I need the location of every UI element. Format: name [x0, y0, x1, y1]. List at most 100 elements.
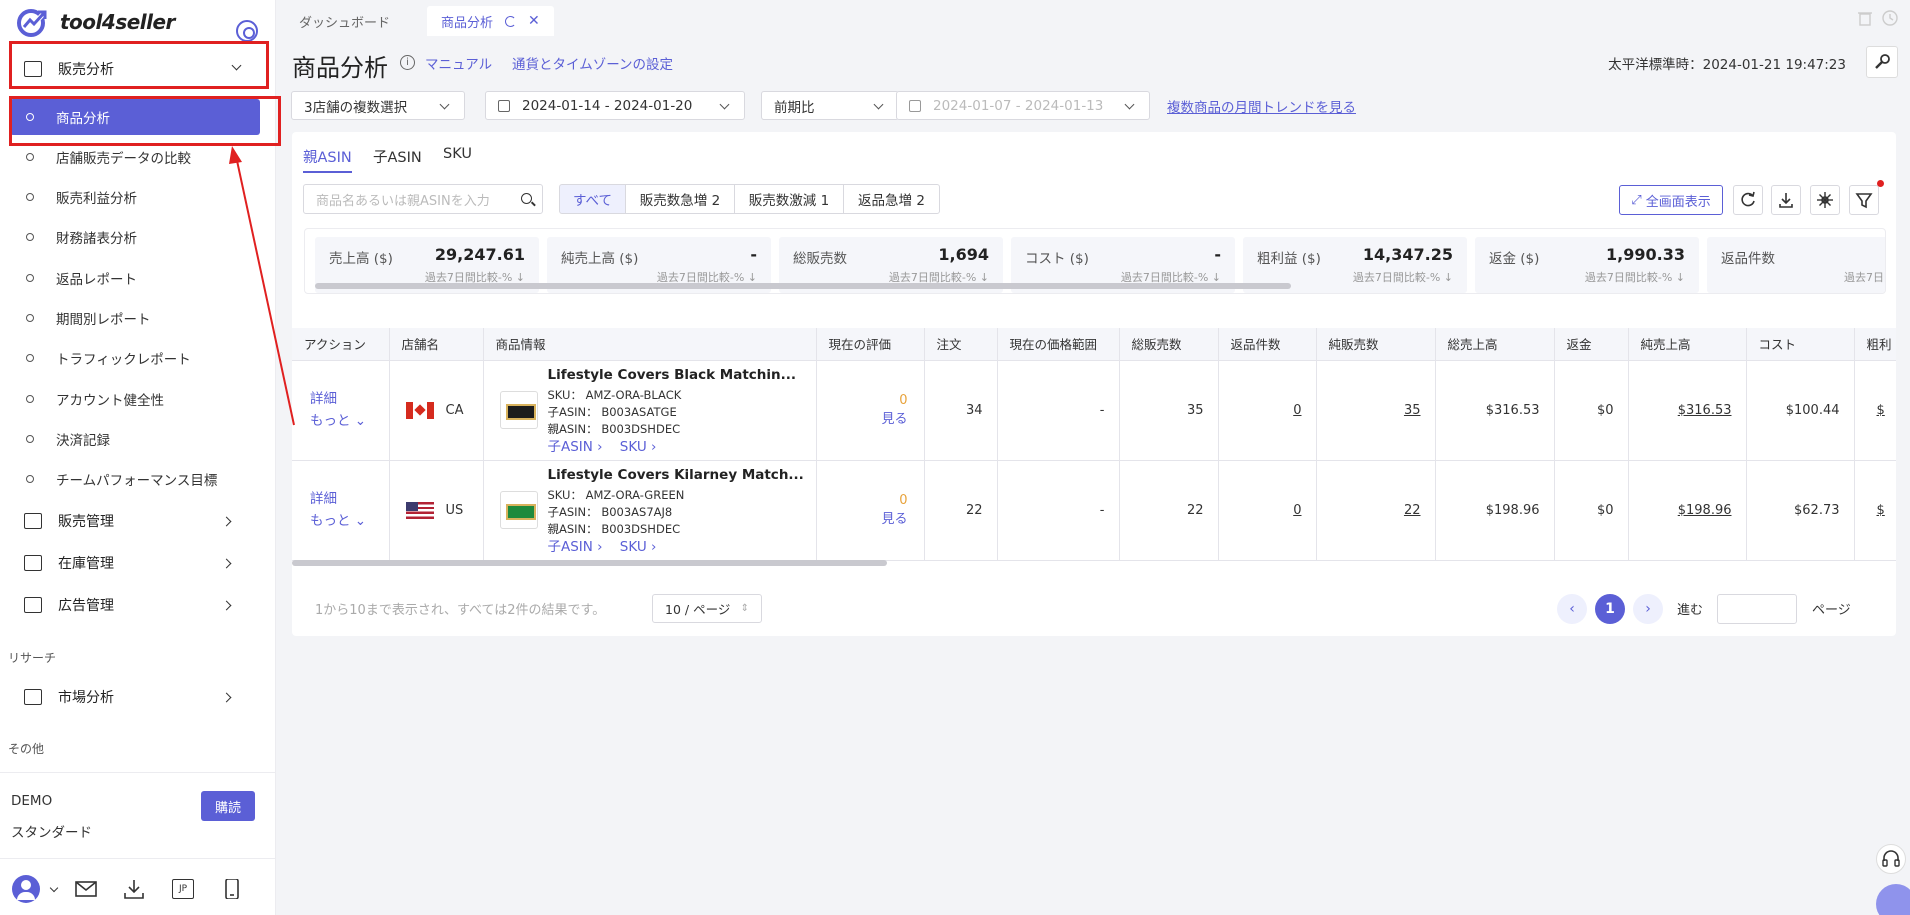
filter-all[interactable]: すべて: [559, 184, 626, 214]
gross-profit-link[interactable]: $: [1877, 503, 1885, 518]
view-rating-link[interactable]: 見る: [817, 508, 907, 527]
filter-sales-surge[interactable]: 販売数急増 2: [625, 184, 735, 214]
chat-icon[interactable]: [1876, 884, 1910, 915]
date-range-value: 2024-01-14 - 2024-01-20: [522, 97, 693, 114]
col-orders[interactable]: 注文: [924, 328, 998, 361]
menu-sales-management[interactable]: 販売管理: [10, 502, 260, 540]
headset-icon[interactable]: [1876, 844, 1906, 874]
clock-icon[interactable]: [1882, 10, 1898, 26]
compare-select[interactable]: 前期比: [761, 91, 899, 120]
fullscreen-button[interactable]: ⤢ 全画面表示: [1619, 185, 1723, 215]
menu-market[interactable]: 市場分析: [10, 678, 260, 716]
info-icon[interactable]: i: [400, 55, 415, 70]
rating-value: 0: [899, 493, 908, 508]
tab-product-analysis[interactable]: 商品分析 ✕: [427, 6, 554, 36]
refresh-icon[interactable]: [1733, 185, 1763, 215]
sku-link[interactable]: SKU ›: [620, 539, 657, 555]
subtab-sku[interactable]: SKU: [443, 146, 472, 162]
net-units-link[interactable]: 35: [1404, 403, 1421, 418]
col-returns[interactable]: 返品件数: [1218, 328, 1317, 361]
metric-value: 14,347.25: [1362, 245, 1453, 264]
date-range-picker[interactable]: 2024-01-14 - 2024-01-20: [485, 91, 745, 120]
avatar[interactable]: [12, 875, 40, 903]
menu-label: 市場分析: [58, 690, 114, 706]
page-size-select[interactable]: 10 / ページ ⇕: [652, 594, 762, 623]
col-rating[interactable]: 現在の評価: [816, 328, 925, 361]
plan-type: スタンダード: [11, 825, 92, 841]
subtab-parent-asin[interactable]: 親ASIN: [303, 146, 352, 173]
product-thumbnail[interactable]: [499, 490, 538, 529]
refresh-icon[interactable]: [505, 15, 517, 27]
sku-link[interactable]: SKU ›: [620, 439, 657, 455]
product-name[interactable]: Lifestyle Covers Kilarney Match...: [548, 467, 804, 483]
col-refund[interactable]: 返金: [1554, 328, 1629, 361]
child-asin-link[interactable]: 子ASIN ›: [548, 439, 603, 455]
tab-bar: ダッシュボード 商品分析 ✕: [277, 0, 1910, 38]
close-icon[interactable]: ✕: [528, 13, 540, 29]
metrics-scrollbar[interactable]: [315, 283, 1291, 289]
phone-icon[interactable]: [221, 879, 243, 899]
net-units-link[interactable]: 22: [1404, 503, 1421, 518]
chevron-down-icon: [439, 99, 450, 110]
filter-sales-drop[interactable]: 販売数激減 1: [734, 184, 844, 214]
returns-link[interactable]: 0: [1293, 503, 1301, 518]
table-scrollbar[interactable]: [292, 560, 887, 566]
settings-icon[interactable]: [1810, 185, 1840, 215]
download-icon[interactable]: [1771, 185, 1801, 215]
more-dropdown[interactable]: もっと ⌄: [292, 510, 388, 532]
product-thumbnail[interactable]: [499, 390, 538, 429]
page-button-1[interactable]: 1: [1595, 594, 1625, 624]
returns-link[interactable]: 0: [1293, 403, 1301, 418]
wrench-icon[interactable]: [1866, 46, 1898, 78]
subtab-child-asin[interactable]: 子ASIN: [373, 146, 422, 167]
col-net-units[interactable]: 純販売数: [1316, 328, 1436, 361]
view-rating-link[interactable]: 見る: [817, 408, 907, 427]
prev-page-button[interactable]: ‹: [1557, 594, 1587, 624]
metric-sub: 過去7日間比較-% ↓: [1584, 271, 1685, 284]
subscribe-button[interactable]: 購読: [201, 791, 255, 821]
trash-icon[interactable]: [1858, 10, 1872, 26]
next-page-button[interactable]: ›: [1633, 594, 1663, 624]
section-other: その他: [8, 742, 45, 756]
goto-page-input[interactable]: [1717, 594, 1797, 624]
gross-profit-link[interactable]: $: [1877, 403, 1885, 418]
menu-ads[interactable]: 広告管理: [10, 586, 260, 624]
download-icon[interactable]: [123, 879, 145, 899]
search-input[interactable]: 商品名あるいは親ASINを入力: [303, 184, 543, 214]
col-product: 商品情報: [483, 328, 817, 361]
product-child-asin: 子ASIN： B003AS7AJ8: [547, 504, 673, 519]
compare-select-value: 前期比: [774, 99, 815, 116]
sidebar-item-team[interactable]: チームパフォーマンス目標: [10, 461, 260, 497]
metric-label: 売上高 ($): [329, 251, 393, 267]
currency-settings-link[interactable]: 通貨とタイムゾーンの設定: [512, 53, 673, 73]
net-sales-link[interactable]: $198.96: [1678, 503, 1732, 518]
chevron-right-icon: [221, 558, 232, 569]
store-name: CA: [445, 402, 464, 418]
search-placeholder: 商品名あるいは親ASINを入力: [316, 193, 490, 209]
menu-inventory[interactable]: 在庫管理: [10, 544, 260, 582]
monthly-trend-link[interactable]: 複数商品の月間トレンドを見る: [1167, 96, 1356, 116]
monitor-icon: [24, 597, 42, 613]
detail-link[interactable]: 詳細: [292, 488, 388, 510]
compare-range-value: 2024-01-07 - 2024-01-13: [933, 97, 1104, 114]
mail-icon[interactable]: [75, 879, 97, 899]
product-name[interactable]: Lifestyle Covers Black Matchin...: [548, 367, 797, 383]
chevron-down-icon[interactable]: [49, 883, 59, 893]
language-icon[interactable]: JP: [172, 879, 194, 899]
manual-link[interactable]: マニュアル: [425, 53, 492, 73]
child-asin-link[interactable]: 子ASIN ›: [548, 539, 603, 555]
col-net-sales[interactable]: 純売上高: [1628, 328, 1747, 361]
section-research: リサーチ: [8, 651, 57, 665]
col-gross-sales[interactable]: 総売上高: [1435, 328, 1555, 361]
compare-range-picker[interactable]: 2024-01-07 - 2024-01-13: [896, 91, 1150, 120]
net-sales-link[interactable]: $316.53: [1678, 403, 1732, 418]
col-total-units[interactable]: 総販売数: [1119, 328, 1219, 361]
col-gross-profit[interactable]: 粗利: [1854, 328, 1896, 361]
col-cost[interactable]: コスト: [1746, 328, 1855, 361]
store-select[interactable]: 3店舗の複数選択: [291, 91, 465, 120]
search-icon[interactable]: [521, 193, 532, 204]
product-sku: SKU： AMZ-ORA-GREEN: [547, 487, 685, 502]
sidebar-item-label: 決済記録: [56, 433, 110, 449]
filter-icon[interactable]: [1849, 185, 1879, 215]
filter-returns-surge[interactable]: 返品急増 2: [843, 184, 940, 214]
